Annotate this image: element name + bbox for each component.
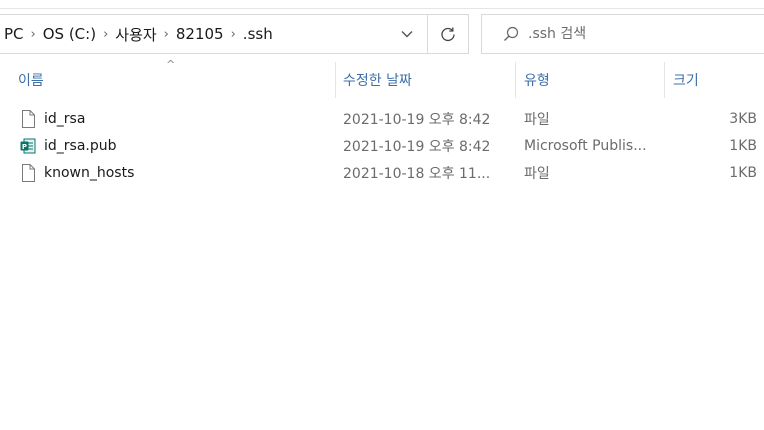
- column-header-type-label: 유형: [524, 73, 550, 89]
- breadcrumb-user-folder[interactable]: 82105: [174, 25, 226, 43]
- breadcrumb-current-folder[interactable]: .ssh: [241, 25, 275, 43]
- file-name-cell: known_hosts: [20, 159, 134, 186]
- file-size: 1KB: [729, 164, 757, 181]
- column-header-name[interactable]: 이름: [18, 62, 336, 98]
- column-header-name-label: 이름: [18, 73, 44, 89]
- column-header-row: ^ 이름 수정한 날짜 유형 크기: [0, 58, 764, 98]
- file-list: id_rsa 2021-10-19 오후 8:42 파일 3KB P id_rs…: [0, 105, 764, 186]
- file-name-cell: P id_rsa.pub: [20, 132, 117, 159]
- file-name: id_rsa: [44, 110, 86, 127]
- breadcrumb-users[interactable]: 사용자: [113, 24, 158, 45]
- column-header-date[interactable]: 수정한 날짜: [343, 62, 515, 98]
- svg-text:P: P: [22, 143, 27, 151]
- file-name: id_rsa.pub: [44, 137, 117, 154]
- breadcrumb-drive[interactable]: OS (C:): [41, 25, 98, 43]
- breadcrumb-separator-icon[interactable]: ›: [159, 27, 174, 42]
- column-header-date-label: 수정한 날짜: [343, 73, 412, 89]
- blank-file-icon: [22, 163, 35, 182]
- refresh-button[interactable]: [428, 15, 468, 53]
- column-divider[interactable]: [515, 62, 516, 98]
- breadcrumb-separator-icon[interactable]: ›: [98, 27, 113, 42]
- chevron-down-icon: [401, 31, 413, 38]
- search-box[interactable]: [481, 14, 764, 54]
- breadcrumb-separator-icon[interactable]: ›: [26, 27, 41, 42]
- column-divider[interactable]: [664, 62, 665, 98]
- search-input[interactable]: [526, 25, 750, 43]
- file-type: Microsoft Publis...: [524, 137, 647, 154]
- column-header-size[interactable]: 크기: [673, 62, 763, 98]
- breadcrumb-pc[interactable]: PC: [2, 25, 26, 43]
- file-size: 3KB: [729, 110, 757, 127]
- file-date: 2021-10-19 오후 8:42: [343, 138, 491, 155]
- column-header-type[interactable]: 유형: [524, 62, 664, 98]
- file-type: 파일: [524, 165, 550, 182]
- address-bar[interactable]: PC › OS (C:) › 사용자 › 82105 › .ssh: [0, 14, 469, 54]
- refresh-icon: [441, 27, 455, 42]
- file-row-known-hosts[interactable]: known_hosts 2021-10-18 오후 11... 파일 1KB: [0, 159, 764, 186]
- file-date: 2021-10-18 오후 11...: [343, 165, 491, 182]
- file-name-cell: id_rsa: [20, 105, 85, 132]
- blank-file-icon: [22, 109, 35, 128]
- file-size: 1KB: [729, 137, 757, 154]
- top-divider: [0, 8, 764, 9]
- file-name: known_hosts: [44, 164, 135, 181]
- address-history-button[interactable]: [387, 15, 427, 53]
- file-date: 2021-10-19 오후 8:42: [343, 111, 491, 128]
- publisher-file-icon: P: [20, 138, 36, 153]
- file-type: 파일: [524, 111, 550, 128]
- column-header-size-label: 크기: [673, 73, 699, 89]
- file-row-id-rsa[interactable]: id_rsa 2021-10-19 오후 8:42 파일 3KB: [0, 105, 764, 132]
- search-icon: [496, 26, 526, 42]
- breadcrumb-separator-icon[interactable]: ›: [226, 27, 241, 42]
- breadcrumb: PC › OS (C:) › 사용자 › 82105 › .ssh: [0, 15, 387, 53]
- file-row-id-rsa-pub[interactable]: P id_rsa.pub 2021-10-19 오후 8:42 Microsof…: [0, 132, 764, 159]
- column-divider[interactable]: [335, 62, 336, 98]
